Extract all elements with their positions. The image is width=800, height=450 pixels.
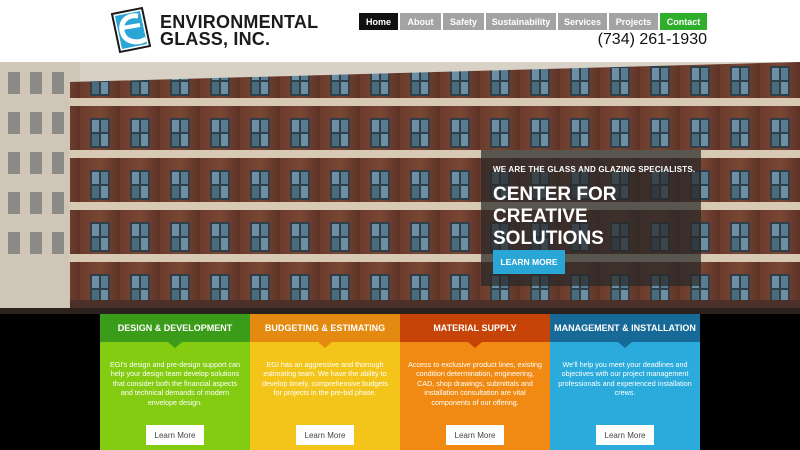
- service-title: MATERIAL SUPPLY: [400, 314, 550, 348]
- hero-promo-panel: WE ARE THE GLASS AND GLAZING SPECIALISTS…: [481, 150, 701, 286]
- nav-sustainability[interactable]: Sustainability: [486, 13, 556, 30]
- nav-safety[interactable]: Safety: [443, 13, 484, 30]
- brand-name-line2: GLASS, INC.: [160, 29, 271, 49]
- nav-home[interactable]: Home: [359, 13, 398, 30]
- service-management-installation: MANAGEMENT & INSTALLATION We'll help you…: [550, 314, 700, 450]
- brand-name: ENVIRONMENTAL GLASS, INC.: [160, 13, 318, 49]
- hero-title: CENTER FOR CREATIVE SOLUTIONS: [493, 184, 617, 249]
- site-header: ENVIRONMENTAL GLASS, INC. Home About Saf…: [0, 0, 800, 62]
- service-title: MANAGEMENT & INSTALLATION: [550, 314, 700, 348]
- nav-contact[interactable]: Contact: [660, 13, 707, 30]
- nav-services[interactable]: Services: [558, 13, 607, 30]
- service-title: DESIGN & DEVELOPMENT: [100, 314, 250, 348]
- nav-about[interactable]: About: [400, 13, 441, 30]
- service-learn-more-button[interactable]: Learn More: [596, 425, 654, 445]
- hero-banner: WE ARE THE GLASS AND GLAZING SPECIALISTS…: [0, 62, 800, 314]
- service-description: Access to exclusive product lines, exist…: [408, 360, 542, 407]
- service-design-development: DESIGN & DEVELOPMENT EGI's design and pr…: [100, 314, 250, 450]
- service-learn-more-button[interactable]: Learn More: [146, 425, 204, 445]
- service-description: We'll help you meet your deadlines and o…: [558, 360, 692, 398]
- hero-kicker: WE ARE THE GLASS AND GLAZING SPECIALISTS…: [493, 165, 696, 174]
- site-logo[interactable]: ENVIRONMENTAL GLASS, INC.: [108, 6, 318, 56]
- service-learn-more-button[interactable]: Learn More: [296, 425, 354, 445]
- service-budgeting-estimating: BUDGETING & ESTIMATING EGI has an aggres…: [250, 314, 400, 450]
- service-title: BUDGETING & ESTIMATING: [250, 314, 400, 348]
- nav-projects[interactable]: Projects: [609, 13, 658, 30]
- service-learn-more-button[interactable]: Learn More: [446, 425, 504, 445]
- service-description: EGI's design and pre-design support can …: [109, 360, 241, 407]
- egi-logo-icon: [110, 6, 152, 54]
- main-nav: Home About Safety Sustainability Service…: [359, 13, 707, 30]
- hero-learn-more-button[interactable]: LEARN MORE: [493, 250, 565, 274]
- phone-number[interactable]: (734) 261-1930: [598, 31, 707, 49]
- service-description: EGI has an aggressive and thorough estim…: [262, 360, 388, 398]
- services-row: DESIGN & DEVELOPMENT EGI's design and pr…: [100, 314, 700, 450]
- service-material-supply: MATERIAL SUPPLY Access to exclusive prod…: [400, 314, 550, 450]
